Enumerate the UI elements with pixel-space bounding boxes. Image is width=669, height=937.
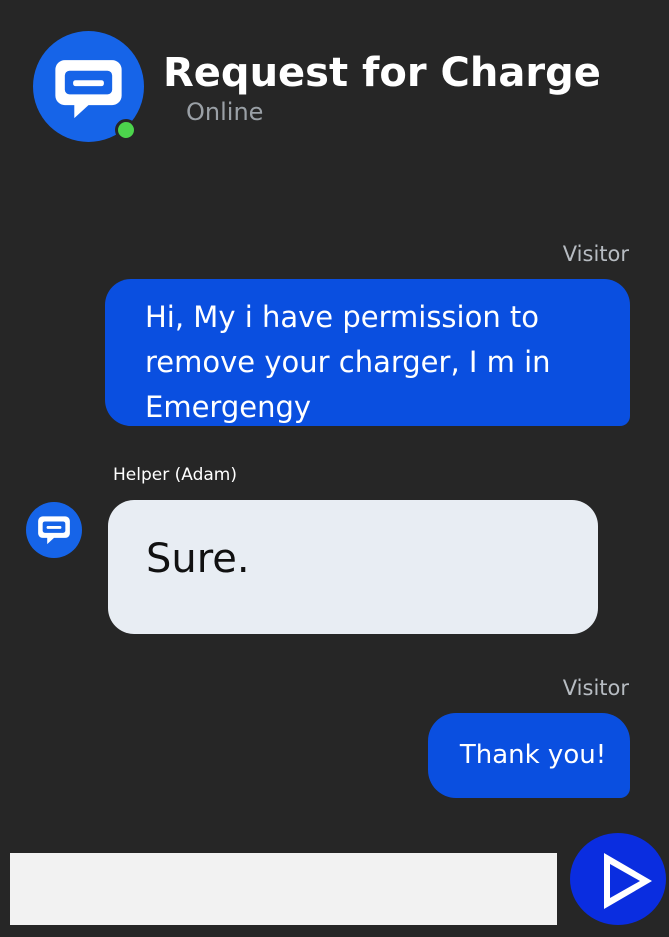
visitor-sender-label: Visitor	[562, 676, 629, 700]
chat-title: Request for Charge	[163, 50, 601, 96]
chat-screen: Request for Charge Online Visitor Hi, My…	[0, 0, 669, 937]
online-status-text: Online	[186, 98, 264, 126]
helper-avatar	[26, 502, 82, 558]
helper-message-bubble: Sure.	[108, 500, 598, 634]
helper-sender-label: Helper (Adam)	[113, 465, 237, 485]
visitor-message-bubble: Hi, My i have permission to remove your …	[105, 279, 630, 426]
visitor-message-bubble: Thank you!	[428, 713, 630, 798]
visitor-sender-label: Visitor	[562, 242, 629, 266]
chat-bubble-icon	[55, 60, 122, 119]
chat-bubble-icon	[38, 516, 70, 545]
play-triangle-icon	[604, 853, 652, 909]
message-input[interactable]	[10, 853, 557, 925]
send-button[interactable]	[570, 833, 666, 925]
online-status-dot	[115, 119, 137, 141]
